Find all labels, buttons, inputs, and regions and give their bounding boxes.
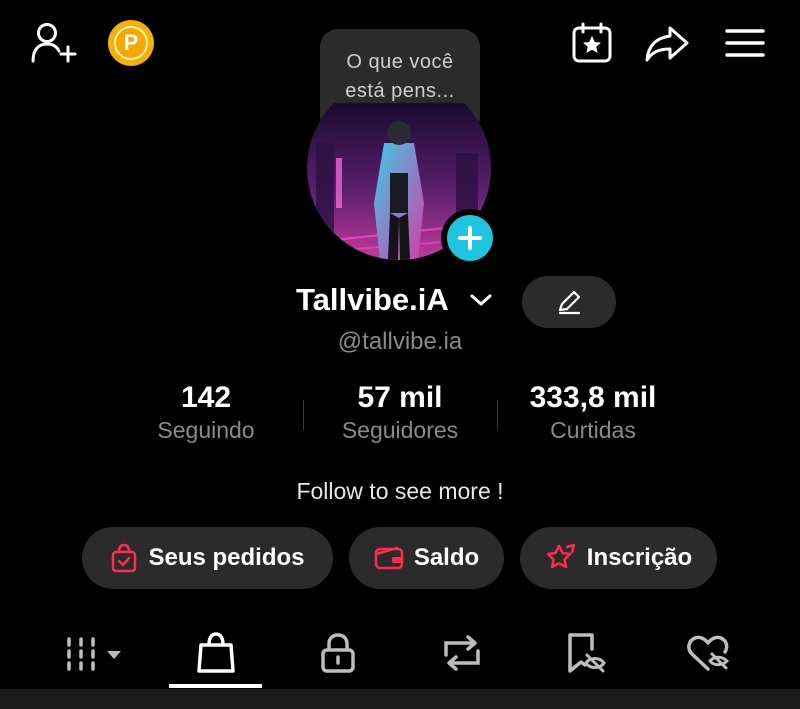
tab-liked[interactable] bbox=[678, 625, 738, 681]
stat-likes-label: Curtidas bbox=[550, 417, 636, 443]
stat-followers-label: Seguidores bbox=[341, 417, 459, 443]
chevron-down-icon bbox=[470, 294, 492, 306]
hidden-bookmark-icon bbox=[568, 633, 606, 673]
stat-followers[interactable]: 57 mil Seguidores bbox=[300, 381, 500, 444]
hamburger-menu-icon bbox=[725, 29, 765, 57]
profile-bio: Follow to see more ! bbox=[296, 478, 504, 504]
shopping-bag-icon bbox=[112, 543, 137, 573]
shopping-bag-icon bbox=[197, 632, 235, 673]
coins-button[interactable]: P bbox=[108, 20, 154, 66]
calendar-button[interactable] bbox=[568, 20, 616, 66]
add-friend-button[interactable] bbox=[28, 20, 80, 66]
tab-videos[interactable] bbox=[62, 625, 126, 681]
wallet-icon bbox=[374, 546, 404, 570]
subscription-button[interactable]: Inscrição bbox=[520, 527, 717, 589]
subscription-label: Inscrição bbox=[586, 544, 693, 571]
stat-likes[interactable]: 333,8 mil Curtidas bbox=[493, 381, 693, 444]
content-area-edge bbox=[0, 689, 800, 709]
balance-label: Saldo bbox=[413, 544, 480, 571]
orders-button[interactable]: Seus pedidos bbox=[82, 527, 333, 589]
pencil-icon bbox=[558, 290, 581, 315]
hidden-heart-icon bbox=[687, 635, 730, 671]
edit-profile-button[interactable] bbox=[522, 276, 616, 328]
tab-reposts[interactable] bbox=[432, 625, 492, 681]
orders-label: Seus pedidos bbox=[148, 544, 305, 571]
account-switch-chevron[interactable] bbox=[469, 290, 493, 310]
lock-icon bbox=[321, 633, 355, 673]
tab-shop[interactable] bbox=[186, 625, 246, 681]
grid-icon bbox=[67, 637, 121, 671]
draft-bubble-line1: O que você bbox=[346, 51, 454, 73]
add-story-button[interactable] bbox=[441, 209, 499, 267]
stat-following[interactable]: 142 Seguindo bbox=[106, 381, 306, 444]
share-button[interactable] bbox=[642, 20, 692, 66]
stat-followers-value: 57 mil bbox=[357, 381, 443, 414]
plus-icon bbox=[447, 215, 493, 261]
username-handle: @tallvibe.ia bbox=[337, 328, 463, 355]
display-name[interactable]: Tallvibe.iA bbox=[296, 282, 449, 318]
stat-following-label: Seguindo bbox=[157, 417, 255, 443]
add-user-icon bbox=[31, 23, 77, 63]
share-icon bbox=[645, 26, 689, 62]
repost-icon bbox=[444, 635, 480, 671]
coin-icon: P bbox=[108, 20, 154, 66]
balance-button[interactable]: Saldo bbox=[349, 527, 504, 589]
tab-private[interactable] bbox=[308, 625, 368, 681]
tab-favorites[interactable] bbox=[556, 625, 616, 681]
draft-bubble-line2: está pens... bbox=[345, 80, 455, 102]
coin-letter: P bbox=[114, 26, 148, 60]
stat-following-value: 142 bbox=[180, 381, 232, 414]
menu-button[interactable] bbox=[722, 22, 768, 64]
stat-likes-value: 333,8 mil bbox=[529, 381, 657, 414]
selected-tab-indicator bbox=[169, 684, 262, 688]
star-badge-icon bbox=[546, 543, 576, 569]
calendar-star-icon bbox=[572, 22, 612, 63]
